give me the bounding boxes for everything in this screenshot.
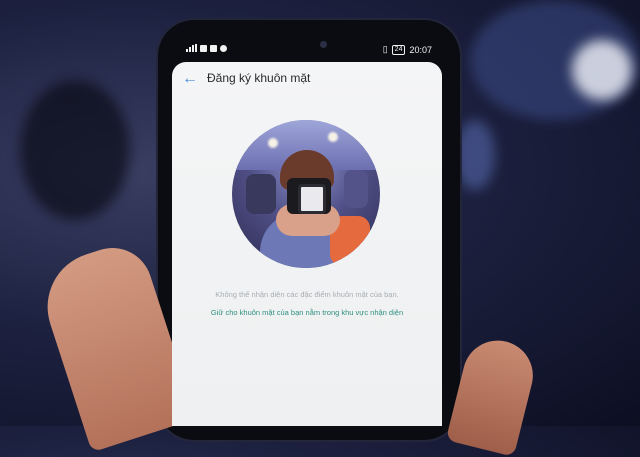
- status-time: 20:07: [409, 44, 432, 55]
- preview-person: [246, 174, 276, 214]
- battery-indicator: 24: [391, 44, 406, 55]
- error-message: Không thể nhận diện các đặc điểm khuôn m…: [215, 290, 399, 299]
- messenger-icon: [220, 44, 227, 52]
- status-bar: ▯ 24 20:07: [186, 40, 432, 60]
- phone-screen: ← Đăng ký khuôn mặt Không thể nhận diện …: [172, 62, 442, 426]
- preview-light: [328, 132, 338, 142]
- youtube-icon: [210, 44, 217, 52]
- vibrate-icon: ▯: [382, 44, 388, 54]
- app-bar: ← Đăng ký khuôn mặt: [172, 62, 442, 96]
- hint-message: Giữ cho khuôn mặt của bạn nằm trong khu …: [210, 308, 404, 317]
- preview-camera-screen: [298, 184, 326, 214]
- bokeh-shadow: [20, 80, 130, 220]
- arrow-left-icon[interactable]: ←: [181, 70, 199, 88]
- bokeh-light: [455, 120, 495, 190]
- status-left-icons: [186, 44, 227, 52]
- bokeh-light: [572, 40, 632, 100]
- page-title: Đăng ký khuôn mặt: [207, 71, 311, 85]
- face-preview: [232, 120, 380, 268]
- status-right-icons: ▯ 24 20:07: [383, 44, 432, 55]
- preview-person: [344, 170, 368, 208]
- facebook-icon: [200, 44, 207, 52]
- preview-light: [268, 138, 278, 148]
- signal-icon: [186, 44, 197, 52]
